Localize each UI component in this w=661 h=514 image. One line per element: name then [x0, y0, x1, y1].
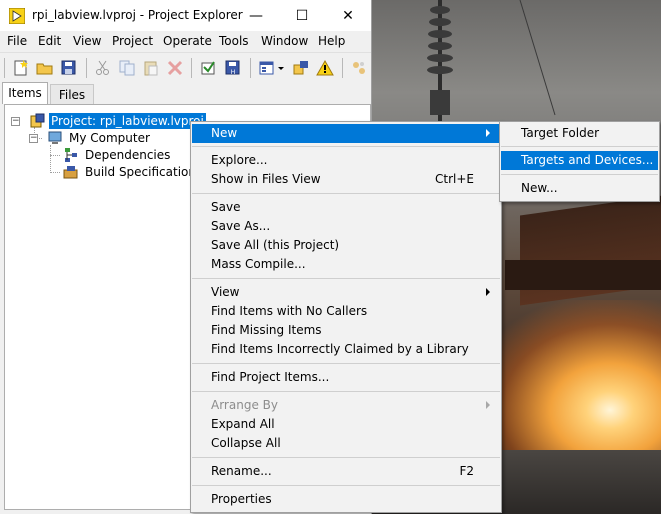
tree-connector [50, 172, 60, 173]
submenu-item-new[interactable]: New... [501, 179, 658, 198]
submenu-arrow-icon [486, 288, 490, 296]
tree-item-build-specifications-label: Build Specifications [85, 165, 203, 179]
open-icon[interactable] [36, 59, 54, 77]
menu-separator [192, 363, 500, 364]
svg-text:H: H [231, 69, 236, 76]
toolbar-separator [342, 58, 343, 78]
tree-item-dependencies[interactable]: Dependencies [63, 147, 193, 163]
menu-item-collapse-all[interactable]: Collapse All [192, 434, 500, 453]
project-icon [30, 113, 45, 128]
toolbar-separator [86, 58, 87, 78]
view-options-icon[interactable] [258, 59, 276, 77]
submenu-arrow-icon [486, 401, 490, 409]
tab-files[interactable]: Files [50, 84, 94, 104]
menu-help[interactable]: Help [318, 34, 345, 48]
menu-item-find-project-items[interactable]: Find Project Items... [192, 368, 500, 387]
toolbar-separator [191, 58, 192, 78]
menu-item-arrange-by: Arrange By [192, 396, 500, 415]
menu-window[interactable]: Window [261, 34, 308, 48]
menu-item-properties[interactable]: Properties [192, 490, 500, 509]
shortcut-f2: F2 [459, 464, 474, 478]
menu-bar: File Edit View Project Operate Tools Win… [0, 31, 371, 51]
computer-icon [48, 131, 62, 144]
menu-item-find-missing[interactable]: Find Missing Items [192, 321, 500, 340]
labview-app-icon [9, 8, 25, 24]
title-bar[interactable]: rpi_labview.lvproj - Project Explorer — … [0, 0, 371, 31]
menu-item-rename[interactable]: Rename... F2 [192, 462, 500, 481]
minimize-icon: — [249, 7, 263, 24]
menu-separator [192, 485, 500, 486]
menu-separator [192, 457, 500, 458]
menu-separator [192, 278, 500, 279]
tree-item-project[interactable]: Project: rpi_labview.lvproj [29, 113, 206, 129]
dependencies-tree-icon [65, 148, 77, 162]
tree-connector [50, 155, 60, 156]
copy-icon[interactable] [118, 59, 136, 77]
maximize-icon: ☐ [295, 7, 309, 24]
submenu-item-targets-and-devices[interactable]: Targets and Devices... [501, 151, 658, 170]
chevron-down-icon[interactable] [276, 59, 286, 77]
menu-separator [192, 391, 500, 392]
menu-item-find-no-callers[interactable]: Find Items with No Callers [192, 302, 500, 321]
tree-connector [50, 145, 51, 173]
project-settings-icon[interactable] [292, 59, 310, 77]
collapse-computer-toggle[interactable]: − [29, 134, 38, 143]
cut-icon[interactable] [94, 59, 112, 77]
warning-icon[interactable] [316, 59, 334, 77]
delete-icon[interactable] [166, 59, 184, 77]
menu-item-show-in-files-view[interactable]: Show in Files View Ctrl+E [192, 170, 500, 189]
menu-item-explore[interactable]: Explore... [192, 151, 500, 170]
menu-item-new[interactable]: New [192, 124, 500, 143]
menu-separator [192, 193, 500, 194]
tree-item-my-computer-label: My Computer [69, 131, 150, 145]
minimize-button[interactable]: — [233, 0, 279, 31]
build-specifications-icon [63, 166, 78, 179]
menu-view[interactable]: View [73, 34, 101, 48]
tree-item-my-computer[interactable]: My Computer [47, 130, 177, 146]
menu-item-find-incorrectly-claimed[interactable]: Find Items Incorrectly Claimed by a Libr… [192, 340, 500, 359]
menu-project[interactable]: Project [112, 34, 153, 48]
toolbar: H [0, 52, 371, 83]
view-tabs: Items Files [0, 82, 371, 104]
menu-item-save-as[interactable]: Save As... [192, 217, 500, 236]
window-title: rpi_labview.lvproj - Project Explorer [32, 8, 243, 22]
save-all-icon[interactable] [60, 59, 78, 77]
menu-separator [501, 174, 658, 175]
tree-item-build-specifications[interactable]: Build Specifications [63, 164, 203, 180]
menu-item-save[interactable]: Save [192, 198, 500, 217]
menu-item-view[interactable]: View [192, 283, 500, 302]
menu-edit[interactable]: Edit [38, 34, 61, 48]
maximize-button[interactable]: ☐ [279, 0, 325, 31]
menu-file[interactable]: File [7, 34, 27, 48]
menu-operate[interactable]: Operate [163, 34, 212, 48]
dependencies-icon[interactable] [350, 59, 368, 77]
context-menu: New Explore... Show in Files View Ctrl+E … [190, 121, 502, 513]
tree-item-project-label: Project: rpi_labview.lvproj [49, 113, 206, 129]
close-button[interactable]: ✕ [325, 0, 371, 31]
build-icon[interactable] [200, 59, 218, 77]
paste-icon[interactable] [142, 59, 160, 77]
close-icon: ✕ [342, 7, 354, 24]
submenu-arrow-icon [486, 129, 490, 137]
tab-items[interactable]: Items [2, 82, 48, 104]
menu-item-expand-all[interactable]: Expand All [192, 415, 500, 434]
toolbar-grip [4, 58, 5, 78]
menu-separator [192, 146, 500, 147]
new-vi-icon[interactable] [12, 59, 30, 77]
menu-item-save-all[interactable]: Save All (this Project) [192, 236, 500, 255]
toolbar-separator [250, 58, 251, 78]
tree-item-dependencies-label: Dependencies [85, 148, 171, 162]
submenu-item-target-folder[interactable]: Target Folder [501, 124, 658, 143]
shortcut-ctrl-e: Ctrl+E [435, 172, 474, 186]
new-submenu: Target Folder Targets and Devices... New… [499, 121, 660, 202]
menu-tools[interactable]: Tools [219, 34, 249, 48]
collapse-project-toggle[interactable]: − [11, 117, 20, 126]
deploy-icon[interactable]: H [224, 59, 242, 77]
menu-separator [501, 146, 658, 147]
menu-item-mass-compile[interactable]: Mass Compile... [192, 255, 500, 274]
